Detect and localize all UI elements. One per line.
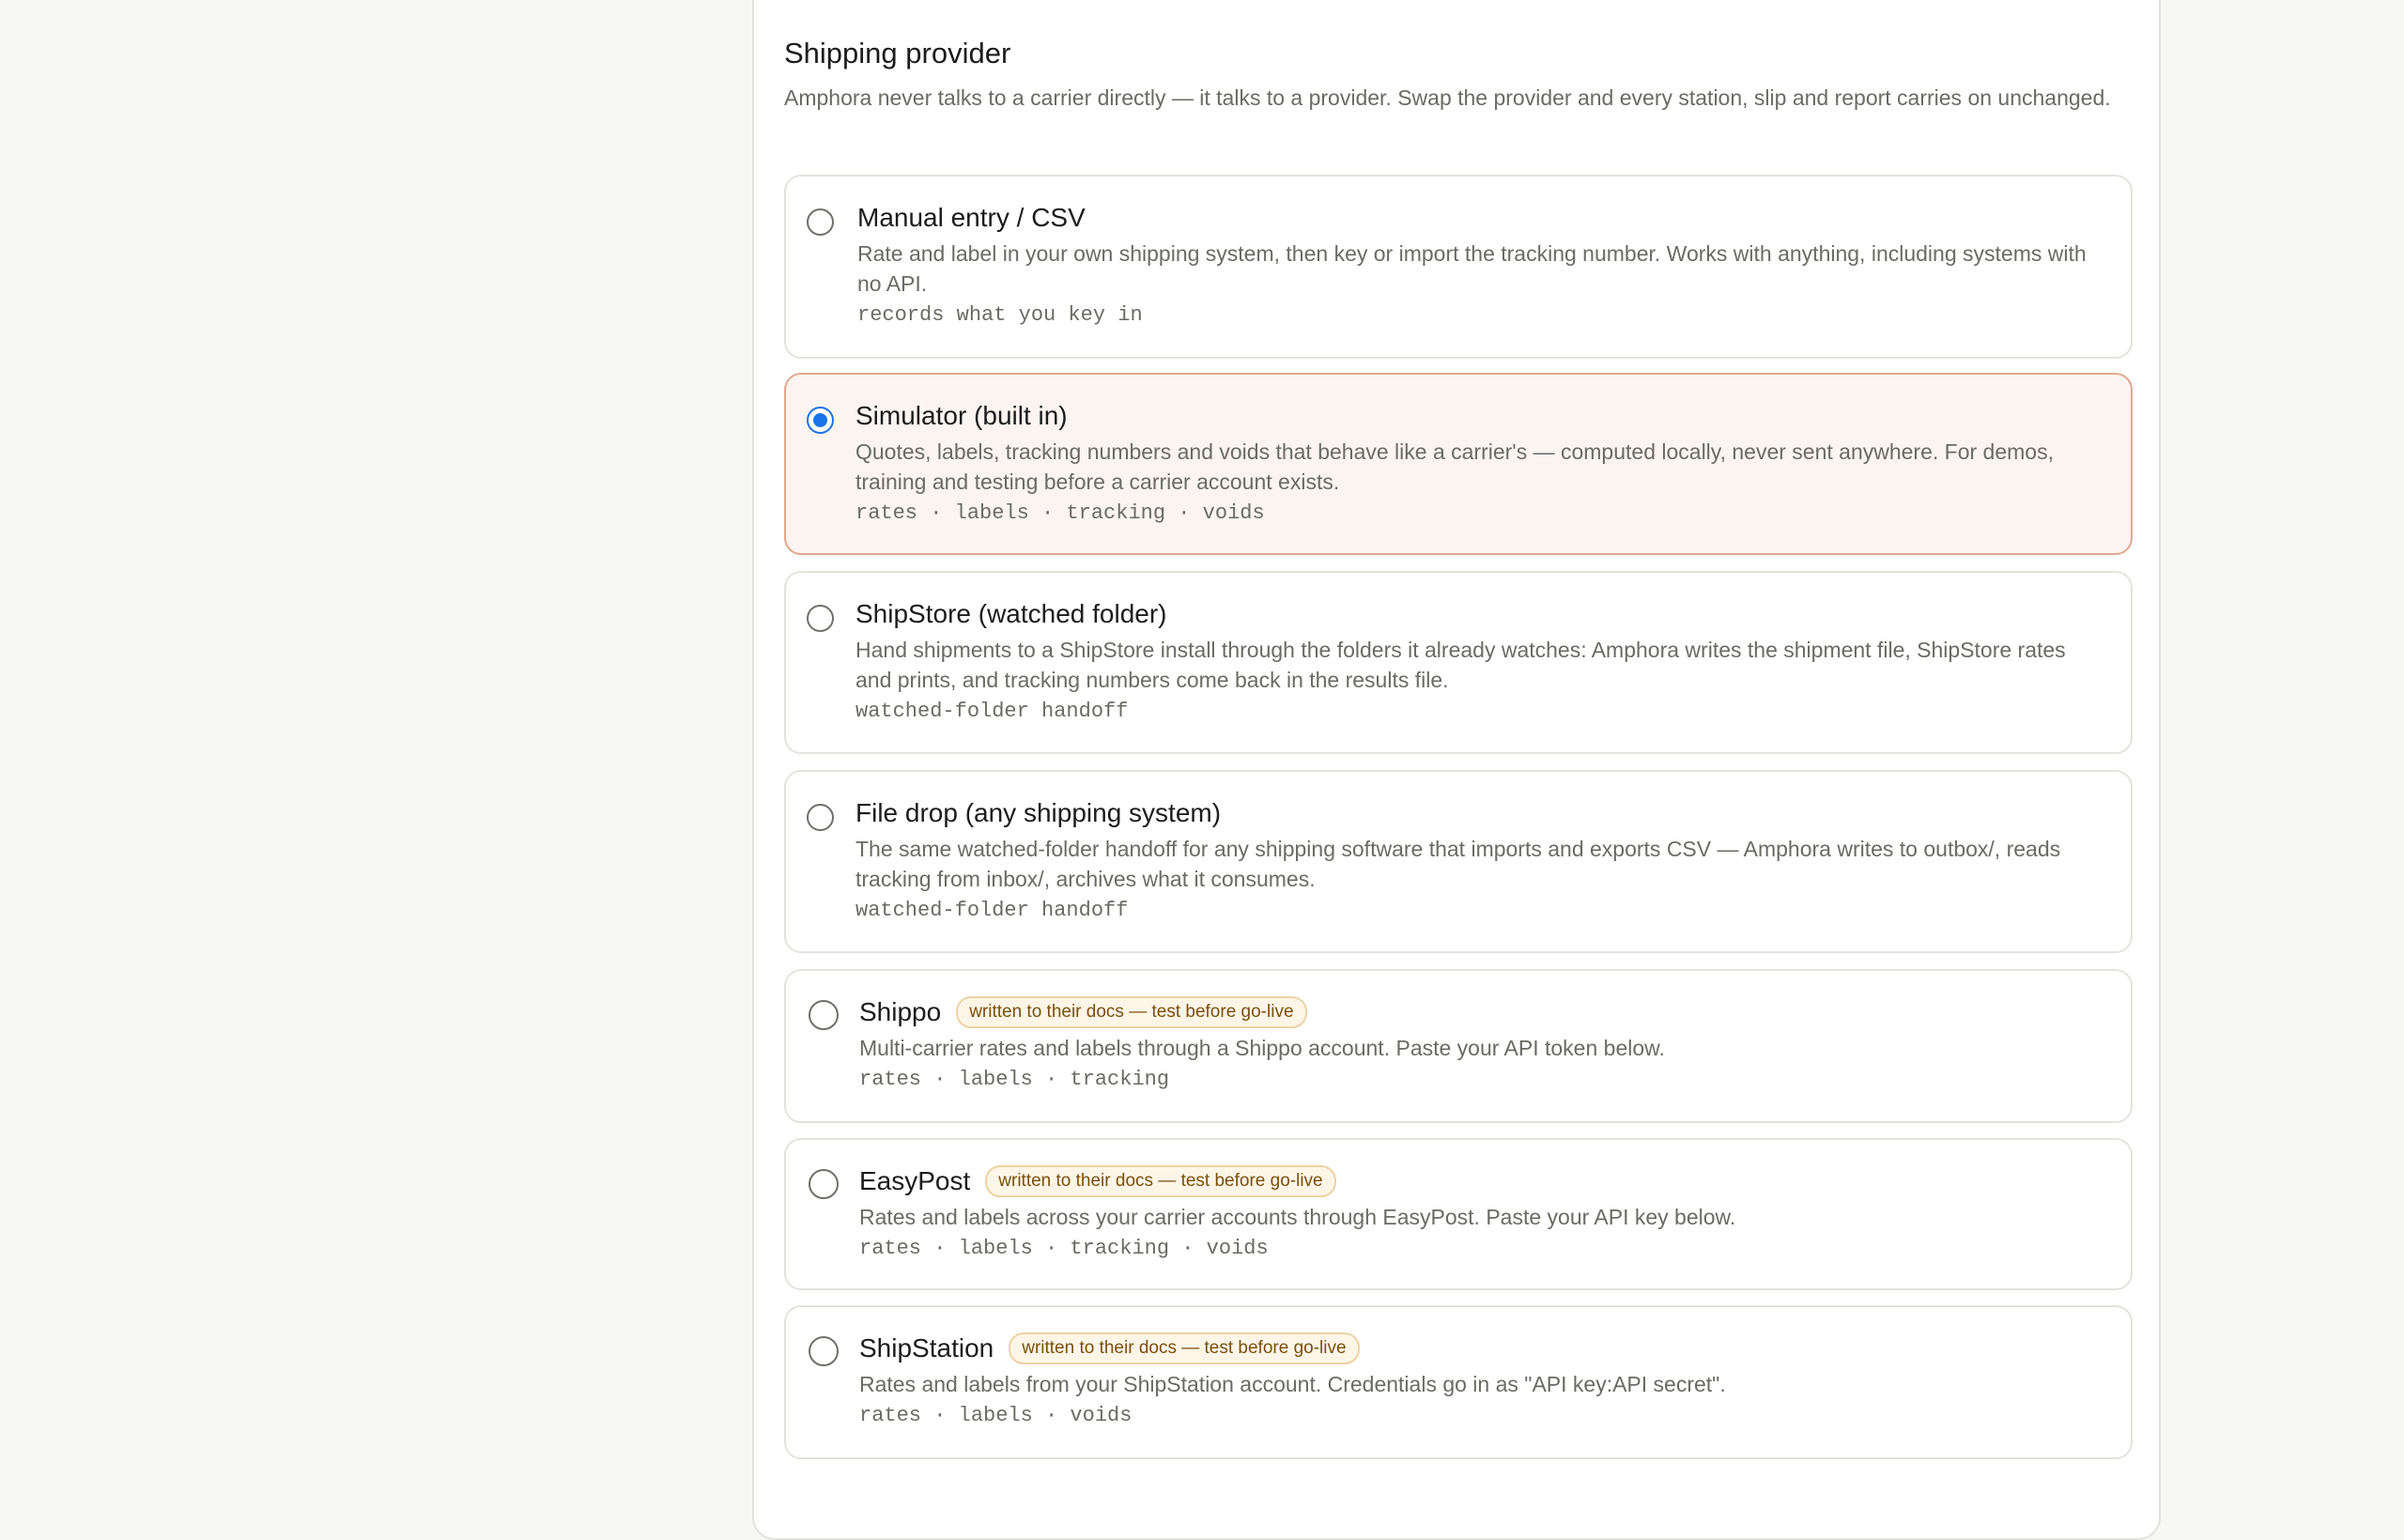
radio-shipstore[interactable]	[807, 605, 834, 632]
radio-file-drop[interactable]	[807, 804, 834, 831]
option-description: Hand shipments to a ShipStore install th…	[855, 638, 2066, 692]
option-description: Quotes, labels, tracking numbers and voi…	[855, 439, 2054, 494]
radio-simulator[interactable]	[807, 407, 834, 434]
option-capabilities: records what you key in	[857, 303, 1143, 327]
shipping-provider-panel: Shipping provider Amphora never talks to…	[752, 0, 2161, 1540]
option-capabilities: watched-folder handoff	[855, 899, 1129, 922]
option-capabilities: rates · labels · tracking · voids	[855, 501, 1265, 525]
status-badge: written to their docs — test before go-l…	[956, 996, 1307, 1028]
option-name: Shippo	[859, 997, 942, 1026]
provider-option-shippo[interactable]: Shippo written to their docs — test befo…	[784, 969, 2133, 1123]
option-name: Simulator (built in)	[855, 401, 1068, 430]
radio-shippo[interactable]	[809, 1000, 839, 1030]
option-description: Rates and labels from your ShipStation a…	[859, 1372, 1726, 1396]
radio-shipstation[interactable]	[809, 1336, 839, 1366]
option-description: Rate and label in your own shipping syst…	[857, 241, 2087, 296]
option-description: The same watched-folder handoff for any …	[855, 837, 2061, 891]
option-name: EasyPost	[859, 1166, 971, 1195]
option-capabilities: rates · labels · tracking	[859, 1068, 1170, 1091]
radio-easypost[interactable]	[809, 1169, 839, 1199]
provider-option-shipstore[interactable]: ShipStore (watched folder) Hand shipment…	[784, 571, 2133, 754]
status-badge: written to their docs — test before go-l…	[985, 1165, 1336, 1197]
status-badge: written to their docs — test before go-l…	[1009, 1332, 1360, 1364]
provider-option-shipstation[interactable]: ShipStation written to their docs — test…	[784, 1305, 2133, 1459]
option-capabilities: rates · labels · tracking · voids	[859, 1237, 1269, 1260]
option-name: ShipStation	[859, 1333, 994, 1363]
radio-manual-csv[interactable]	[807, 208, 834, 236]
option-capabilities: rates · labels · voids	[859, 1404, 1133, 1427]
panel-description: Amphora never talks to a carrier directl…	[784, 85, 2111, 110]
option-description: Multi-carrier rates and labels through a…	[859, 1036, 1665, 1060]
option-description: Rates and labels across your carrier acc…	[859, 1205, 1736, 1229]
option-capabilities: watched-folder handoff	[855, 700, 1129, 723]
provider-option-easypost[interactable]: EasyPost written to their docs — test be…	[784, 1138, 2133, 1290]
provider-option-simulator[interactable]: Simulator (built in) Quotes, labels, tra…	[784, 373, 2133, 555]
provider-option-manual-csv[interactable]: Manual entry / CSV Rate and label in you…	[784, 175, 2133, 359]
option-name: File drop (any shipping system)	[855, 798, 1222, 827]
option-name: Manual entry / CSV	[857, 203, 1086, 232]
panel-header: Shipping provider Amphora never talks to…	[784, 34, 2136, 113]
provider-option-file-drop[interactable]: File drop (any shipping system) The same…	[784, 770, 2133, 953]
panel-title: Shipping provider	[784, 37, 1011, 69]
option-name: ShipStore (watched folder)	[855, 599, 1167, 628]
